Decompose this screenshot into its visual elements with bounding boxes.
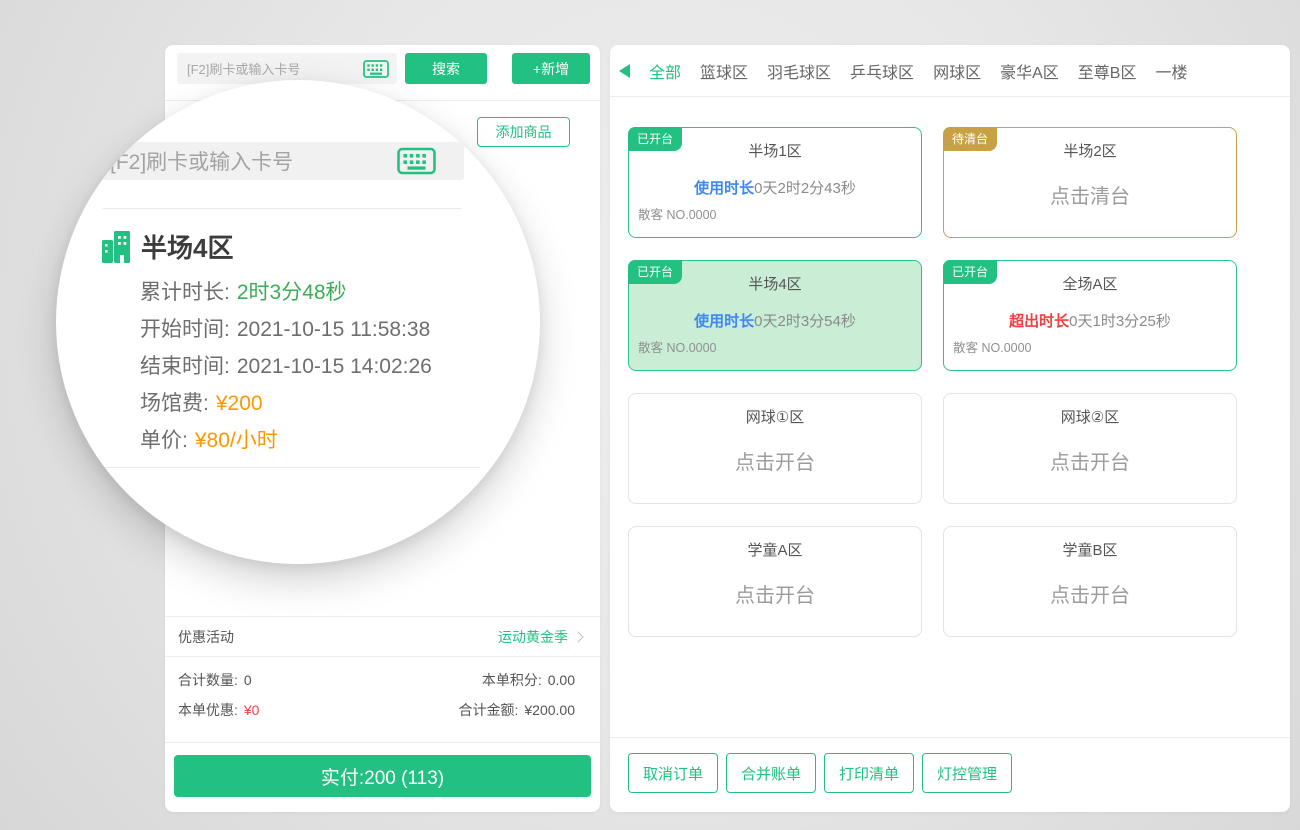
venue-action-label: 点击开台 — [944, 446, 1236, 475]
detail-value: 2021-10-15 14:02:26 — [237, 355, 432, 378]
card-search-placeholder: [F2]刷卡或输入卡号 — [187, 59, 363, 78]
venue-duration: 使用时长0天2时2分43秒 — [629, 177, 921, 198]
detail-row: 场馆费: ¥200 — [140, 385, 432, 422]
venue-detail-name: 半场4区 — [141, 228, 233, 265]
venue-card-grid: 已开台半场1区使用时长0天2时2分43秒散客 NO.0000待清台半场2区点击清… — [628, 127, 1237, 637]
light-control-button[interactable]: 灯控管理 — [922, 753, 1012, 793]
tab-deluxe-a[interactable]: 豪华A区 — [1000, 59, 1059, 83]
venue-card[interactable]: 已开台半场1区使用时长0天2时2分43秒散客 NO.0000 — [628, 127, 922, 238]
card-search-row: [F2]刷卡或输入卡号 搜索 +新增 — [165, 53, 600, 84]
customer-label: 散客 NO.0000 — [953, 337, 1032, 356]
venue-tabbar: 全部篮球区羽毛球区乒乓球区网球区豪华A区至尊B区一楼 — [610, 45, 1290, 97]
tab-tennis[interactable]: 网球区 — [933, 59, 981, 83]
magnified-divider — [103, 208, 461, 209]
detail-row: 开始时间: 2021-10-15 11:58:38 — [140, 311, 432, 348]
venue-card-title: 网球②区 — [944, 406, 1236, 427]
add-member-button[interactable]: +新增 — [512, 53, 590, 84]
detail-value: 2021-10-15 11:58:38 — [237, 318, 430, 341]
magnifier-overlay: [F2]刷卡或输入卡号 半场4区 累计时长: 2时3分48秒开始时间: 2021-1… — [56, 80, 540, 564]
detail-label: 结束时间: — [140, 355, 230, 378]
magnified-placeholder: [F2]刷卡或输入卡号 — [110, 146, 410, 176]
add-product-button[interactable]: 添加商品 — [477, 117, 570, 147]
totals-row-2: 本单优惠:¥0 合计金额:¥200.00 — [178, 695, 575, 725]
cancel-order-button[interactable]: 取消订单 — [628, 753, 718, 793]
tab-supreme-b[interactable]: 至尊B区 — [1078, 59, 1137, 83]
footer-divider — [610, 737, 1290, 738]
tab-basketball[interactable]: 篮球区 — [700, 59, 748, 83]
tab-first-floor[interactable]: 一楼 — [1155, 59, 1187, 83]
venue-card[interactable]: 学童A区点击开台 — [628, 526, 922, 637]
promo-value: 运动黄金季 — [498, 627, 568, 647]
customer-label: 散客 NO.0000 — [638, 204, 717, 223]
tab-badminton[interactable]: 羽毛球区 — [767, 59, 831, 83]
detail-row: 累计时长: 2时3分48秒 — [140, 274, 432, 311]
amount: 合计金额:¥200.00 — [459, 700, 576, 720]
promo-row: 优惠活动 运动黄金季 — [165, 616, 600, 657]
detail-value: 2时3分48秒 — [237, 281, 347, 304]
venue-card-title: 半场4区 — [629, 273, 921, 294]
print-list-button[interactable]: 打印清单 — [824, 753, 914, 793]
venue-action-label: 点击开台 — [944, 579, 1236, 608]
venue-card-title: 全场A区 — [944, 273, 1236, 294]
venue-detail-rows: 累计时长: 2时3分48秒开始时间: 2021-10-15 11:58:38 结束时间… — [140, 274, 432, 459]
venue-card[interactable]: 已开台全场A区超出时长0天1时3分25秒散客 NO.0000 — [943, 260, 1237, 371]
venue-card-title: 半场2区 — [944, 140, 1236, 161]
detail-value: ¥200 — [216, 392, 263, 415]
detail-label: 单价: — [140, 429, 188, 452]
venue-card-title: 半场1区 — [629, 140, 921, 161]
venue-action-label: 点击清台 — [944, 180, 1236, 209]
venue-card[interactable]: 已开台半场4区使用时长0天2时3分54秒散客 NO.0000 — [628, 260, 922, 371]
duration-value: 0天2时2分43秒 — [754, 180, 856, 197]
order-totals: 合计数量:0 本单积分:0.00 本单优惠:¥0 合计金额:¥200.00 — [178, 665, 575, 725]
detail-row: 结束时间: 2021-10-15 14:02:26 — [140, 348, 432, 385]
detail-value: ¥80/小时 — [195, 429, 278, 452]
venue-card-title: 学童A区 — [629, 539, 921, 560]
keyboard-icon — [397, 148, 436, 175]
collapse-left-icon[interactable] — [619, 64, 630, 78]
chevron-right-icon — [572, 631, 583, 642]
duration-value: 0天1时3分25秒 — [1069, 313, 1171, 330]
totals-row-1: 合计数量:0 本单积分:0.00 — [178, 665, 575, 695]
venue-card[interactable]: 待清台半场2区点击清台 — [943, 127, 1237, 238]
duration-label: 使用时长 — [694, 180, 754, 197]
promo-link[interactable]: 运动黄金季 — [498, 627, 582, 647]
duration-label: 超出时长 — [1009, 313, 1069, 330]
customer-label: 散客 NO.0000 — [638, 337, 717, 356]
detail-label: 累计时长: — [140, 281, 230, 304]
magnified-search-input: [F2]刷卡或输入卡号 — [96, 142, 464, 180]
keyboard-icon[interactable] — [363, 60, 389, 78]
venue-duration: 超出时长0天1时3分25秒 — [944, 310, 1236, 331]
points: 本单积分:0.00 — [482, 670, 575, 690]
footer-buttons: 取消订单合并账单打印清单灯控管理 — [628, 753, 1012, 793]
discount: 本单优惠:¥0 — [178, 700, 259, 720]
venue-card[interactable]: 网球①区点击开台 — [628, 393, 922, 504]
venues-panel: 全部篮球区羽毛球区乒乓球区网球区豪华A区至尊B区一楼 已开台半场1区使用时长0天… — [610, 45, 1290, 812]
pay-button[interactable]: 实付:200 (113) — [174, 755, 591, 797]
venue-duration: 使用时长0天2时3分54秒 — [629, 310, 921, 331]
pay-divider — [165, 742, 600, 743]
venue-action-label: 点击开台 — [629, 446, 921, 475]
magnified-bottom-divider — [90, 467, 480, 468]
detail-label: 场馆费: — [140, 392, 209, 415]
merge-bill-button[interactable]: 合并账单 — [726, 753, 816, 793]
tab-table-tennis[interactable]: 乒乓球区 — [850, 59, 914, 83]
qty: 合计数量:0 — [178, 670, 252, 690]
duration-label: 使用时长 — [694, 313, 754, 330]
tab-all[interactable]: 全部 — [649, 59, 681, 83]
detail-row: 单价: ¥80/小时 — [140, 422, 432, 459]
venue-card[interactable]: 学童B区点击开台 — [943, 526, 1237, 637]
venue-card[interactable]: 网球②区点击开台 — [943, 393, 1237, 504]
duration-value: 0天2时3分54秒 — [754, 313, 856, 330]
promo-label: 优惠活动 — [178, 627, 234, 647]
building-icon — [101, 231, 131, 263]
venue-card-title: 学童B区 — [944, 539, 1236, 560]
venue-card-title: 网球①区 — [629, 406, 921, 427]
venue-detail-header: 半场4区 — [101, 228, 233, 265]
detail-label: 开始时间: — [140, 318, 230, 341]
venue-action-label: 点击开台 — [629, 579, 921, 608]
search-button[interactable]: 搜索 — [405, 53, 487, 84]
